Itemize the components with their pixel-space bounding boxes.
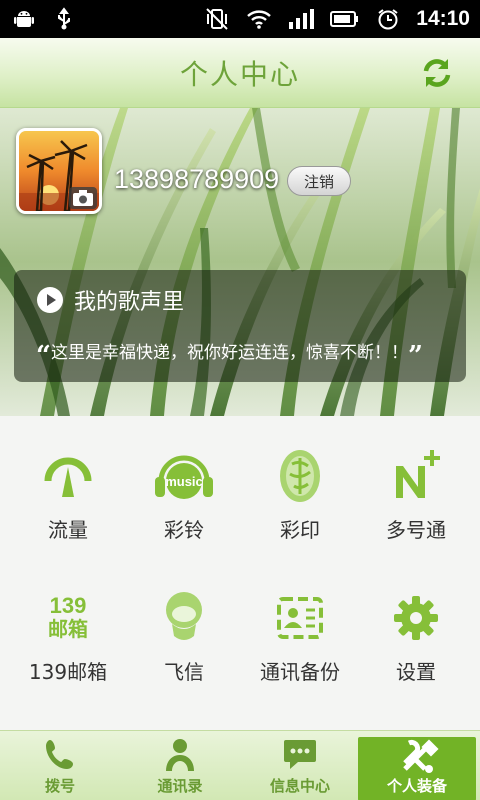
song-quote: “这里是幸福快递，祝你好运连连，惊喜不断！！” [36,338,423,369]
song-quote-text: 这里是幸福快递，祝你好运连连，惊喜不断！！ [50,343,408,363]
grid-item-label: 流量 [48,518,88,542]
svg-text:music: music [165,474,203,489]
grid-item-ringtone[interactable]: music 彩铃 [124,416,244,546]
mail139-icon: 139 邮箱 [36,586,100,650]
n-plus-icon [384,444,448,508]
grid-item-139mail[interactable]: 139 邮箱 139邮箱 [8,558,128,688]
close-quote-icon: ” [407,341,423,371]
grid-item-fetion[interactable]: 飞信 [124,558,244,688]
app-header: 个人中心 [0,38,480,108]
gear-icon [384,586,448,650]
status-bar: 14:10 [0,0,480,38]
grid-item-label: 飞信 [164,660,204,684]
ringtone-card[interactable]: 我的歌声里 “这里是幸福快递，祝你好运连连，惊喜不断！！” [14,270,466,382]
bottom-tab-bar: 拨号 通讯录 信息中心 个人装备 [0,730,480,800]
tab-messages[interactable]: 信息中心 [240,731,360,800]
refresh-icon[interactable] [420,56,454,90]
wifi-icon [246,8,272,30]
mail139-icon-text: 邮箱 [48,619,88,641]
profile-banner: 13898789909 注销 我的歌声里 “这里是幸福快递，祝你好运连连，惊喜不… [0,108,480,416]
grid-item-label: 设置 [396,660,436,684]
grid-item-label: 彩印 [280,518,320,542]
tools-icon [399,739,439,773]
grid-item-label: 多号通 [386,518,446,542]
logout-button[interactable]: 注销 [287,166,351,196]
tab-label: 个人装备 [386,777,447,795]
tab-dial[interactable]: 拨号 [0,731,120,800]
status-time: 14:10 [416,7,470,30]
phone-number: 13898789909 [114,164,280,194]
android-icon [12,7,36,31]
grid-item-settings[interactable]: 设置 [356,558,476,688]
vibrate-off-icon [204,6,230,32]
grid-item-caiyin[interactable]: 彩印 [240,416,360,546]
gauge-icon [36,444,100,508]
signal-icon [288,8,315,30]
grid-item-traffic[interactable]: 流量 [8,416,128,546]
open-quote-icon: “ [36,341,51,371]
grid-item-label: 彩铃 [164,518,204,542]
song-title: 我的歌声里 [74,290,185,315]
tab-personal-equipment[interactable]: 个人装备 [358,737,476,800]
tab-label: 信息中心 [269,777,330,795]
alarm-icon [376,7,400,31]
usb-icon [54,7,74,31]
avatar[interactable] [16,128,102,214]
battery-icon [330,9,360,29]
grid-item-multinumber[interactable]: 多号通 [356,416,476,546]
play-icon[interactable] [36,286,64,314]
grid-item-contacts-backup[interactable]: 通讯备份 [240,558,360,688]
contacts-backup-icon [268,586,332,650]
music-headphones-icon: music [152,444,216,508]
tab-label: 通讯录 [157,777,203,795]
camera-icon[interactable] [69,187,97,209]
page-title: 个人中心 [179,57,300,91]
feature-grid: 流量 music 彩铃 彩印 多号通 139 邮箱 139邮箱 飞信 通讯备份 … [0,416,480,730]
grid-item-label: 通讯备份 [260,660,340,684]
tab-contacts[interactable]: 通讯录 [120,731,240,800]
phone-icon [42,737,78,771]
person-icon [162,737,198,771]
seal-stamp-icon [268,444,332,508]
grid-item-label: 139邮箱 [28,660,108,684]
tab-label: 拨号 [44,777,75,795]
fetion-icon [152,586,216,650]
mail139-icon-number: 139 [49,593,87,618]
message-icon [282,737,318,771]
